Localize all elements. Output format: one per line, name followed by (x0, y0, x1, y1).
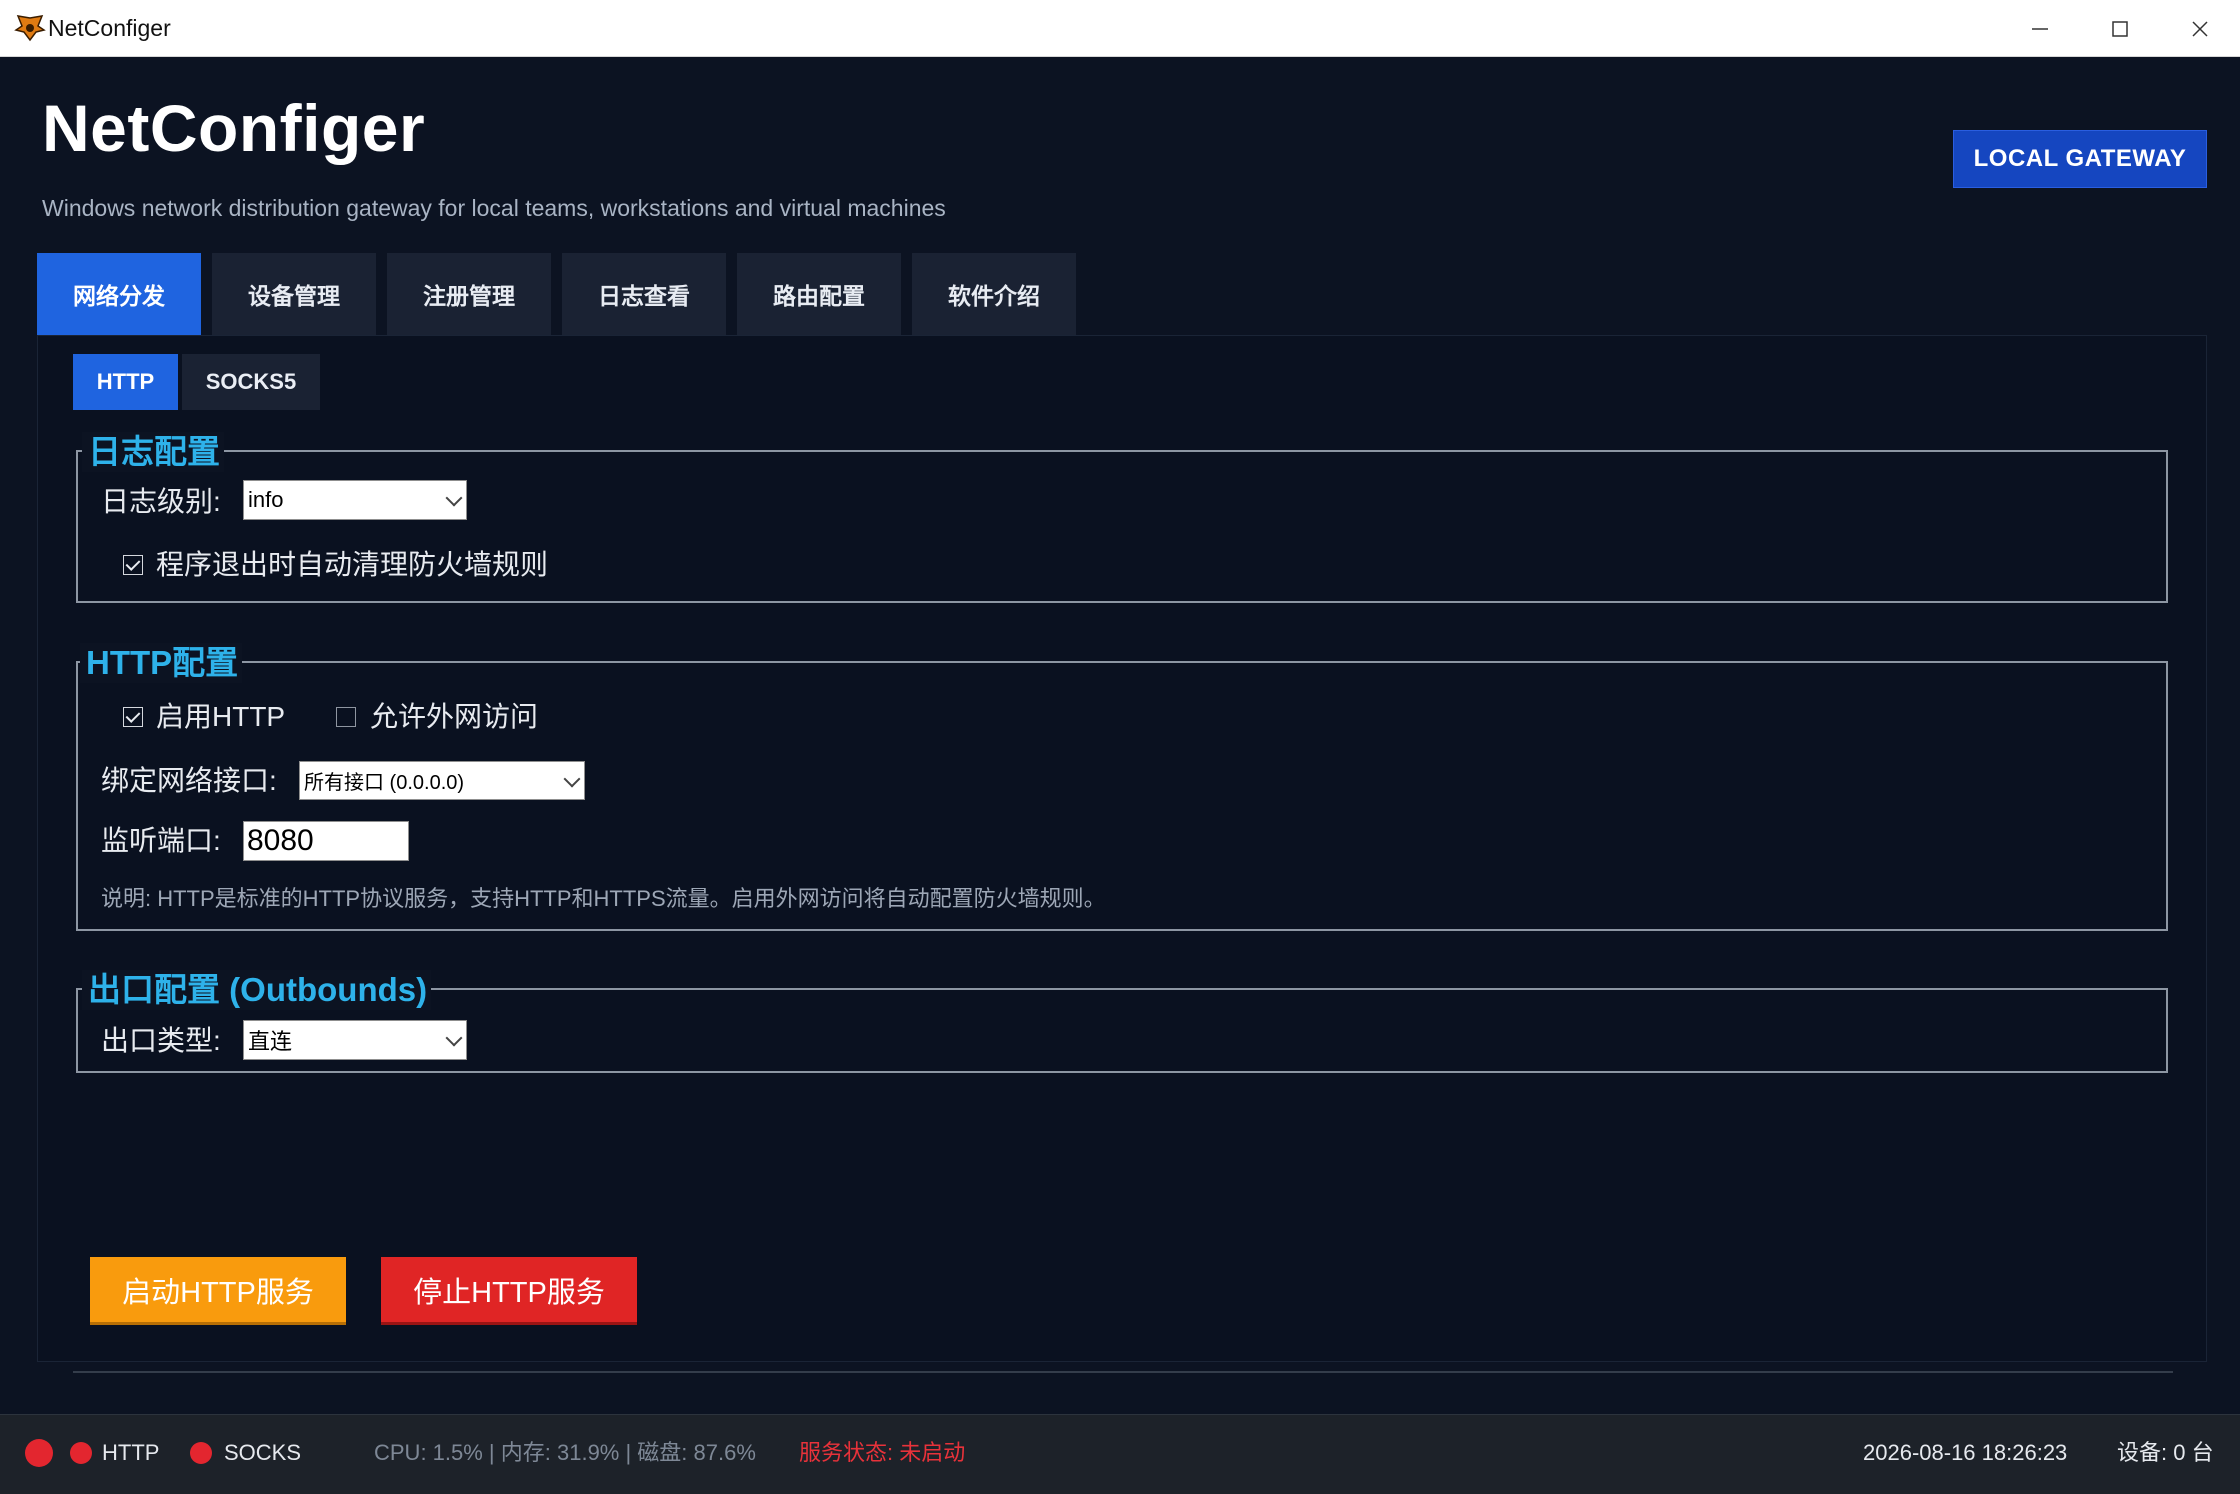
cleanup-firewall-checkbox[interactable] (123, 555, 143, 575)
tab-software-intro[interactable]: 软件介绍 (912, 253, 1076, 335)
outbound-type-value: 直连 (248, 1029, 293, 1054)
device-count: 设备: 0 台 (2117, 1440, 2214, 1465)
outbound-config-title: 出口配置 (Outbounds) (82, 970, 432, 1010)
tab-registration-management[interactable]: 注册管理 (387, 253, 551, 335)
socks-status-label: SOCKS (224, 1440, 302, 1465)
app-logo-icon (14, 15, 46, 42)
system-stats: CPU: 1.5% | 内存: 31.9% | 磁盘: 87.6% (374, 1440, 756, 1465)
tab-network-distribution[interactable]: 网络分发 (37, 253, 201, 335)
bind-interface-label: 绑定网络接口: (101, 765, 277, 796)
bind-interface-value: 所有接口 (0.0.0.0) (304, 772, 465, 794)
maximize-icon (2112, 20, 2128, 37)
socks-status-dot (190, 1442, 212, 1464)
bind-interface-select[interactable]: 所有接口 (0.0.0.0) (299, 761, 585, 800)
http-status-label: HTTP (102, 1440, 160, 1465)
enable-http-label: 启用HTTP (156, 701, 286, 732)
tab-log-viewer[interactable]: 日志查看 (562, 253, 726, 335)
cleanup-firewall-label: 程序退出时自动清理防火墙规则 (156, 549, 549, 580)
outbound-type-select[interactable]: 直连 (243, 1020, 467, 1060)
chevron-down-icon (563, 770, 581, 787)
subtab-socks5[interactable]: SOCKS5 (182, 354, 320, 410)
window-title: NetConfiger (48, 15, 171, 41)
maximize-button[interactable] (2080, 0, 2160, 57)
close-icon (2192, 20, 2208, 37)
chevron-down-icon (445, 489, 463, 507)
outbound-type-label: 出口类型: (101, 1025, 221, 1056)
minimize-button[interactable] (2000, 0, 2080, 57)
minimize-icon (2032, 27, 2048, 30)
listen-port-label: 监听端口: (101, 825, 221, 856)
start-http-service-button[interactable]: 启动HTTP服务 (90, 1257, 346, 1325)
close-button[interactable] (2160, 0, 2240, 57)
datetime-display: 2026-08-16 18:26:23 (1863, 1440, 2068, 1465)
http-config-note: 说明: HTTP是标准的HTTP协议服务，支持HTTP和HTTPS流量。启用外网… (101, 886, 1106, 911)
http-status-dot (70, 1442, 92, 1464)
enable-http-checkbox[interactable] (123, 707, 143, 727)
allow-external-checkbox[interactable] (336, 707, 356, 727)
log-config-title: 日志配置 (82, 432, 224, 472)
listen-port-input[interactable]: 8080 (243, 821, 409, 861)
log-level-label: 日志级别: (101, 486, 221, 517)
status-indicator-dot (25, 1439, 53, 1467)
app-description: Windows network distribution gateway for… (42, 195, 946, 221)
chevron-down-icon (445, 1029, 463, 1047)
tab-route-config[interactable]: 路由配置 (737, 253, 901, 335)
subtab-http[interactable]: HTTP (73, 354, 178, 410)
http-config-title: HTTP配置 (80, 643, 243, 683)
divider (73, 1371, 2173, 1373)
app-name-heading: NetConfiger (42, 91, 426, 165)
allow-external-label: 允许外网访问 (370, 701, 539, 732)
tab-device-management[interactable]: 设备管理 (212, 253, 376, 335)
stop-http-service-button[interactable]: 停止HTTP服务 (381, 1257, 637, 1325)
window-titlebar: NetConfiger (0, 0, 2240, 57)
log-level-select[interactable]: info (243, 480, 467, 520)
log-level-value: info (248, 487, 284, 512)
local-gateway-badge: LOCAL GATEWAY (1953, 130, 2207, 188)
service-status: 服务状态: 未启动 (799, 1440, 966, 1465)
